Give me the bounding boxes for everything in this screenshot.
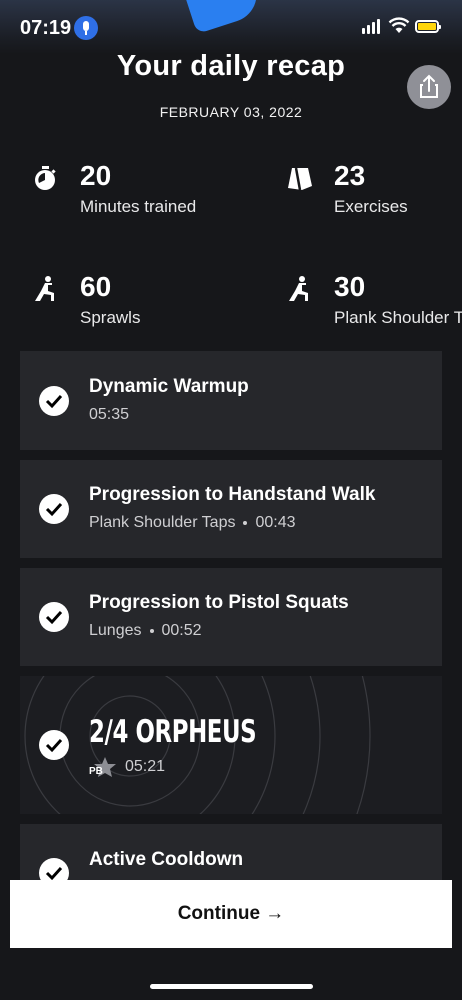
workout-exercise: Plank Shoulder Taps — [89, 514, 236, 531]
workout-card-pistol-squats[interactable]: Progression to Pistol Squats Lunges 00:52 — [20, 568, 442, 666]
share-icon — [420, 74, 438, 98]
workout-title: Dynamic Warmup — [89, 376, 249, 397]
lunge-figure-icon — [35, 276, 54, 301]
workout-duration: 00:43 — [255, 514, 296, 531]
workout-detail: Plank Shoulder Taps 00:43 — [89, 514, 296, 532]
checkmark-icon — [39, 602, 69, 632]
stat-sprawls: 60 Sprawls — [32, 271, 232, 341]
checkmark-icon — [39, 494, 69, 524]
workout-title: 2/4 ORPHEUS — [89, 714, 257, 750]
stat-label: Sprawls — [80, 308, 141, 327]
lunge-figure-icon — [289, 276, 308, 301]
hand-icon — [186, 0, 264, 34]
stat-minutes-trained: 20 Minutes trained — [32, 160, 232, 230]
checkmark-icon — [39, 730, 69, 760]
stat-exercises: 23 Exercises — [286, 160, 456, 230]
home-indicator — [150, 984, 313, 989]
status-bar: 07:19 — [0, 0, 462, 54]
stat-value: 23 — [334, 160, 366, 191]
status-time: 07:19 — [20, 17, 72, 39]
personal-best-icon: PB — [89, 756, 117, 778]
recap-date: FEBRUARY 03, 2022 — [159, 104, 303, 120]
workout-duration: 05:35 — [89, 406, 130, 423]
stat-label: Exercises — [334, 197, 408, 216]
workout-duration: 00:52 — [161, 622, 202, 639]
stat-value: 30 — [334, 271, 366, 302]
share-button[interactable] — [407, 65, 451, 109]
workout-title: Progression to Pistol Squats — [89, 592, 349, 613]
workout-card-orpheus[interactable]: 2/4 ORPHEUS PB 05:21 — [20, 676, 442, 814]
exercises-icon — [288, 167, 312, 191]
stopwatch-icon — [35, 166, 56, 190]
wifi-icon — [388, 16, 410, 34]
workout-card-active-cooldown[interactable]: Active Cooldown — [20, 824, 442, 884]
stat-value: 20 — [80, 160, 112, 191]
microphone-icon — [74, 16, 98, 40]
checkmark-icon — [39, 386, 69, 416]
workout-duration: 05:21 — [125, 758, 166, 775]
workout-title: Progression to Handstand Walk — [89, 484, 376, 505]
personal-best-badge: PB — [89, 766, 103, 777]
continue-button[interactable]: Continue → — [10, 880, 452, 948]
signal-icon — [362, 18, 382, 34]
workout-card-handstand-walk[interactable]: Progression to Handstand Walk Plank Shou… — [20, 460, 442, 558]
workout-detail: Lunges 00:52 — [89, 622, 202, 640]
stat-plank-shoulder-taps: 30 Plank Shoulder Taps — [286, 271, 462, 341]
separator-dot — [149, 628, 154, 633]
battery-icon — [415, 20, 441, 33]
stat-value: 60 — [80, 271, 112, 302]
stat-label: Minutes trained — [80, 197, 197, 216]
stat-label: Plank Shoulder Taps — [334, 308, 462, 327]
workout-card-dynamic-warmup[interactable]: Dynamic Warmup 05:35 — [20, 351, 442, 450]
page-title: Your daily recap — [116, 50, 346, 82]
workout-title: Active Cooldown — [89, 849, 244, 870]
workout-exercise: Lunges — [89, 622, 142, 639]
separator-dot — [243, 520, 248, 525]
